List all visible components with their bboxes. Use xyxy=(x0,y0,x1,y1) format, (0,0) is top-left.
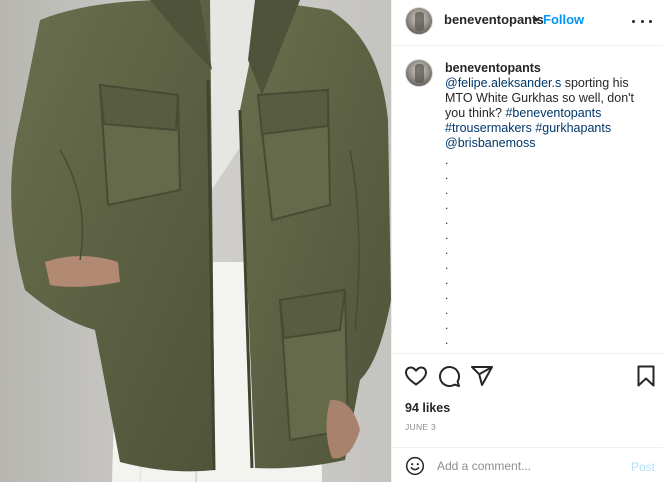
hashtag-beneventopants[interactable]: #beneventopants xyxy=(505,106,601,120)
caption-dot: . xyxy=(445,168,449,182)
comment-input[interactable] xyxy=(437,457,617,475)
caption-dot: . xyxy=(445,243,449,257)
share-icon[interactable] xyxy=(470,364,494,388)
author-avatar[interactable] xyxy=(405,7,433,35)
caption-mention-brisbanemoss[interactable]: @brisbanemoss xyxy=(445,136,536,150)
caption-dots: . . . . . . . . . . . . . . xyxy=(445,153,657,353)
caption-dot: . xyxy=(445,228,449,242)
caption-dot: . xyxy=(445,348,657,353)
photo-jacket-illustration xyxy=(0,0,391,482)
caption-dot: . xyxy=(445,273,449,287)
post-comment-button[interactable]: Post xyxy=(631,460,655,474)
follow-button[interactable]: Follow xyxy=(543,12,584,27)
emoji-icon[interactable] xyxy=(405,456,425,476)
bookmark-icon[interactable] xyxy=(634,364,658,388)
caption-dot: . xyxy=(445,333,449,347)
caption-dot: . xyxy=(445,183,449,197)
caption-author-username[interactable]: beneventopants xyxy=(445,61,541,75)
caption-dot: . xyxy=(445,258,449,272)
caption-dot: . xyxy=(445,153,449,167)
post-detail-panel: beneventopants • Follow beneventopants @… xyxy=(391,0,663,482)
action-bar xyxy=(392,364,663,390)
hashtag-trousermakers[interactable]: #trousermakers xyxy=(445,121,532,135)
heart-icon[interactable] xyxy=(404,364,428,388)
post-header: beneventopants • Follow xyxy=(392,0,663,46)
separator-dot: • xyxy=(534,12,539,27)
caption-section: beneventopants @felipe.aleksander.s spor… xyxy=(392,47,663,354)
caption-dot: . xyxy=(445,303,449,317)
caption-dot: . xyxy=(445,198,449,212)
caption-mention-felipe[interactable]: @felipe.aleksander.s xyxy=(445,76,561,90)
hashtag-gurkhapants[interactable]: #gurkhapants xyxy=(535,121,611,135)
caption-dot: . xyxy=(445,213,449,227)
caption-text: beneventopants @felipe.aleksander.s spor… xyxy=(445,61,657,353)
author-username[interactable]: beneventopants xyxy=(444,12,544,27)
post-photo[interactable] xyxy=(0,0,391,482)
more-horizontal-icon[interactable] xyxy=(632,11,652,31)
caption-dot: . xyxy=(445,318,449,332)
comment-bar: Post xyxy=(392,447,663,482)
post-date: JUNE 3 xyxy=(405,422,437,432)
likes-count[interactable]: 94 likes xyxy=(405,401,450,415)
comment-icon[interactable] xyxy=(437,364,461,388)
caption-dot: . xyxy=(445,288,449,302)
caption-author-avatar[interactable] xyxy=(405,59,433,87)
